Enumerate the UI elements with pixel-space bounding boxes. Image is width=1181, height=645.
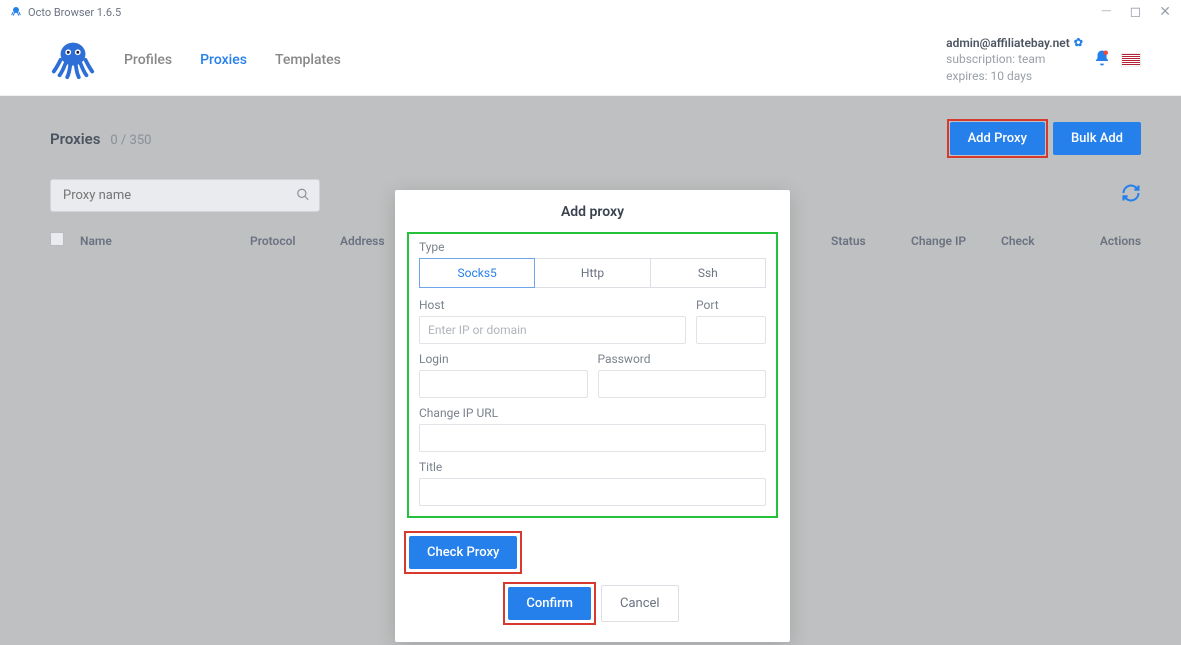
maximize-button[interactable]: ◻ <box>1130 4 1142 20</box>
col-name: Name <box>80 234 250 248</box>
app-octopus-icon <box>10 5 22 20</box>
window-controls: — ◻ ✕ <box>1101 4 1171 20</box>
refresh-icon[interactable] <box>1121 183 1141 208</box>
search-box <box>50 179 320 212</box>
page-title: Proxies <box>50 130 100 148</box>
select-all-checkbox[interactable] <box>50 232 64 246</box>
account-email: admin@affiliatebay.net <box>946 35 1070 51</box>
password-input[interactable] <box>598 370 767 398</box>
col-protocol: Protocol <box>250 234 340 248</box>
highlight-check-proxy: Check Proxy <box>407 534 519 571</box>
language-flag-icon[interactable] <box>1121 53 1141 67</box>
search-input[interactable] <box>50 179 320 212</box>
col-actions: Actions <box>1081 234 1141 248</box>
cancel-button[interactable]: Cancel <box>601 585 679 622</box>
col-check: Check <box>1001 234 1081 248</box>
account-info: admin@affiliatebay.net ✿ subscription: t… <box>946 35 1083 84</box>
type-http-button[interactable]: Http <box>535 258 650 288</box>
changeip-url-input[interactable] <box>419 424 766 452</box>
tab-profiles[interactable]: Profiles <box>124 52 172 68</box>
col-change-ip: Change IP <box>911 234 1001 248</box>
type-ssh-button[interactable]: Ssh <box>651 258 766 288</box>
type-toggle-group: Socks5 Http Ssh <box>419 258 766 288</box>
tab-proxies[interactable]: Proxies <box>200 52 247 68</box>
confirm-button[interactable]: Confirm <box>508 587 591 620</box>
col-status: Status <box>831 234 911 248</box>
host-input[interactable] <box>419 316 686 344</box>
login-label: Login <box>419 352 588 366</box>
password-label: Password <box>598 352 767 366</box>
modal-title: Add proxy <box>395 204 790 220</box>
type-label: Type <box>419 240 766 254</box>
app-header: Profiles Proxies Templates admin@affilia… <box>0 24 1181 96</box>
tab-templates[interactable]: Templates <box>275 52 341 68</box>
highlight-confirm: Confirm <box>506 585 593 622</box>
port-input[interactable] <box>696 316 766 344</box>
title-input[interactable] <box>419 478 766 506</box>
host-label: Host <box>419 298 686 312</box>
type-socks5-button[interactable]: Socks5 <box>419 258 535 288</box>
minimize-button[interactable]: — <box>1101 4 1112 20</box>
window-title-bar: Octo Browser 1.6.5 — ◻ ✕ <box>0 0 1181 24</box>
notifications-bell-icon[interactable] <box>1093 49 1111 71</box>
close-button[interactable]: ✕ <box>1159 4 1171 20</box>
title-label: Title <box>419 460 766 474</box>
bulk-add-button[interactable]: Bulk Add <box>1053 122 1141 155</box>
add-proxy-button[interactable]: Add Proxy <box>950 122 1045 155</box>
modal-form-area: Type Socks5 Http Ssh Host Port Login Pas… <box>407 232 778 518</box>
port-label: Port <box>696 298 766 312</box>
add-proxy-modal: Add proxy Type Socks5 Http Ssh Host Port… <box>395 190 790 642</box>
login-input[interactable] <box>419 370 588 398</box>
search-icon <box>296 186 310 205</box>
proxy-count: 0 / 350 <box>110 133 151 148</box>
check-proxy-button[interactable]: Check Proxy <box>409 536 517 569</box>
changeip-url-label: Change IP URL <box>419 406 766 420</box>
highlight-add-proxy: Add Proxy <box>950 122 1045 155</box>
logo-octopus-icon <box>50 35 96 85</box>
verified-icon: ✿ <box>1074 36 1083 51</box>
subscription-line: subscription: team <box>946 51 1083 67</box>
expires-line: expires: 10 days <box>946 68 1083 84</box>
window-title: Octo Browser 1.6.5 <box>28 6 121 19</box>
